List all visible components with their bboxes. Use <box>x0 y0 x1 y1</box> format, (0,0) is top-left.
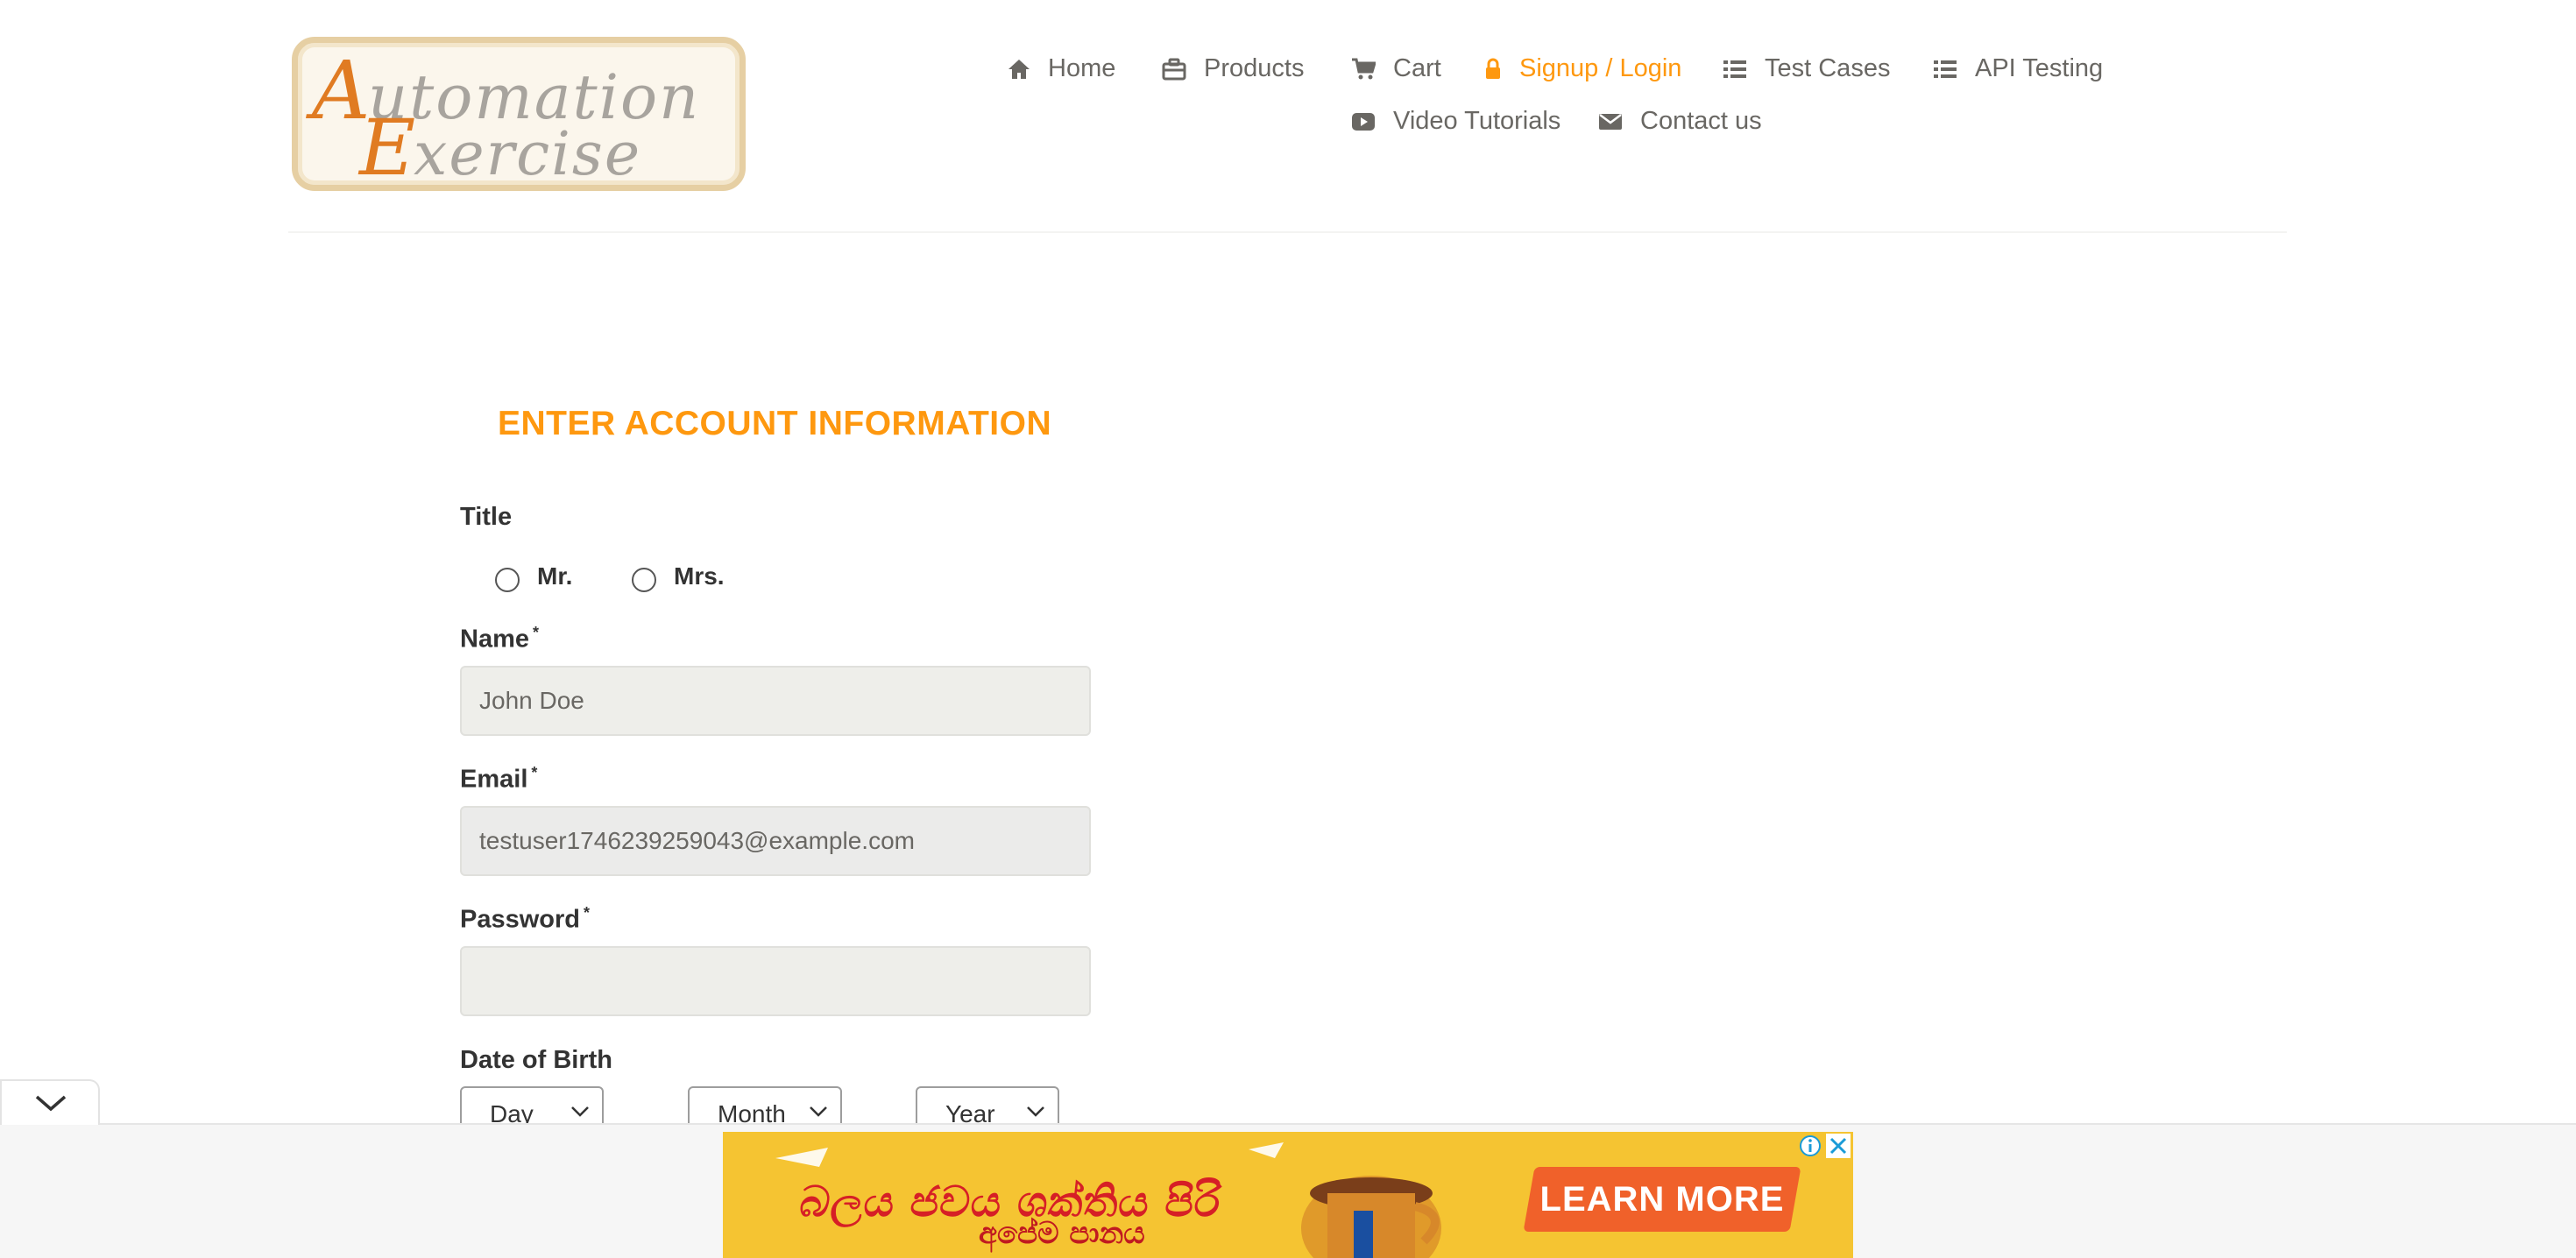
site-header: A utomation E xercise Home Products Cart… <box>0 0 2576 233</box>
cart-icon <box>1352 58 1376 79</box>
required-mark: * <box>533 624 540 641</box>
email-label: Email * <box>460 764 537 795</box>
ad-learn-more-button[interactable]: LEARN MORE <box>1523 1167 1801 1232</box>
nav-cart-label: Cart <box>1393 54 1441 82</box>
required-mark: * <box>584 904 591 922</box>
nav-api-testing[interactable]: API Testing <box>1933 54 2103 83</box>
nav-products-label: Products <box>1204 54 1305 82</box>
svg-text:E: E <box>357 102 415 185</box>
ad-banner[interactable]: බලය ජවය ශක්තිය පිරි අපේම පානය LEARN MORE <box>723 1132 1853 1258</box>
email-input[interactable] <box>460 806 1091 876</box>
svg-text:xercise: xercise <box>414 120 641 185</box>
site-logo[interactable]: A utomation E xercise <box>292 37 746 191</box>
nav-test-cases[interactable]: Test Cases <box>1723 54 1890 83</box>
header-divider <box>288 231 2287 233</box>
title-mr-label[interactable]: Mr. <box>537 562 572 590</box>
name-label: Name * <box>460 624 539 654</box>
briefcase-icon <box>1162 58 1186 80</box>
password-label: Password * <box>460 904 590 935</box>
required-mark: * <box>531 764 538 781</box>
dob-label: Date of Birth <box>460 1046 612 1074</box>
chevron-down-icon <box>810 1106 827 1117</box>
nav-api-testing-label: API Testing <box>1975 54 2104 82</box>
name-label-text: Name <box>460 625 529 654</box>
ad-cta-label: LEARN MORE <box>1539 1180 1785 1219</box>
info-icon[interactable] <box>1798 1134 1822 1158</box>
email-label-text: Email <box>460 765 528 794</box>
envelope-icon <box>1599 113 1622 130</box>
password-label-text: Password <box>460 905 580 934</box>
nav-products[interactable]: Products <box>1162 54 1304 83</box>
chevron-down-icon <box>1027 1106 1044 1117</box>
nav-video-tutorials-label: Video Tutorials <box>1393 107 1561 135</box>
nav-contact-us-label: Contact us <box>1640 107 1762 135</box>
password-input[interactable] <box>460 946 1091 1016</box>
close-icon[interactable] <box>1826 1134 1851 1158</box>
nav-home-label: Home <box>1048 54 1116 82</box>
chevron-down-icon <box>571 1106 589 1117</box>
logo-artwork: A utomation E xercise <box>305 44 698 185</box>
list-icon <box>1934 60 1957 78</box>
nav-home[interactable]: Home <box>1008 54 1115 83</box>
title-label: Title <box>460 503 513 531</box>
list-icon <box>1723 60 1746 78</box>
nav-signup-login-label: Signup / Login <box>1519 54 1682 82</box>
lock-icon <box>1486 58 1500 79</box>
nav-signup-login[interactable]: Signup / Login <box>1484 54 1681 83</box>
nav-cart[interactable]: Cart <box>1351 54 1441 83</box>
title-mrs-radio[interactable] <box>632 568 656 592</box>
title-mrs-label[interactable]: Mrs. <box>674 562 725 590</box>
chevron-down-icon <box>35 1095 67 1112</box>
youtube-icon <box>1352 112 1375 131</box>
nav-test-cases-label: Test Cases <box>1765 54 1891 82</box>
nav-contact-us[interactable]: Contact us <box>1598 107 1762 136</box>
ad-subline: අපේම පානය <box>979 1216 1145 1251</box>
nav-video-tutorials[interactable]: Video Tutorials <box>1351 107 1560 136</box>
form-heading: ENTER ACCOUNT INFORMATION <box>498 405 1052 442</box>
home-icon <box>1008 59 1030 79</box>
title-mr-radio[interactable] <box>495 568 520 592</box>
name-input[interactable] <box>460 666 1091 736</box>
ad-collapse-button[interactable] <box>0 1079 100 1125</box>
